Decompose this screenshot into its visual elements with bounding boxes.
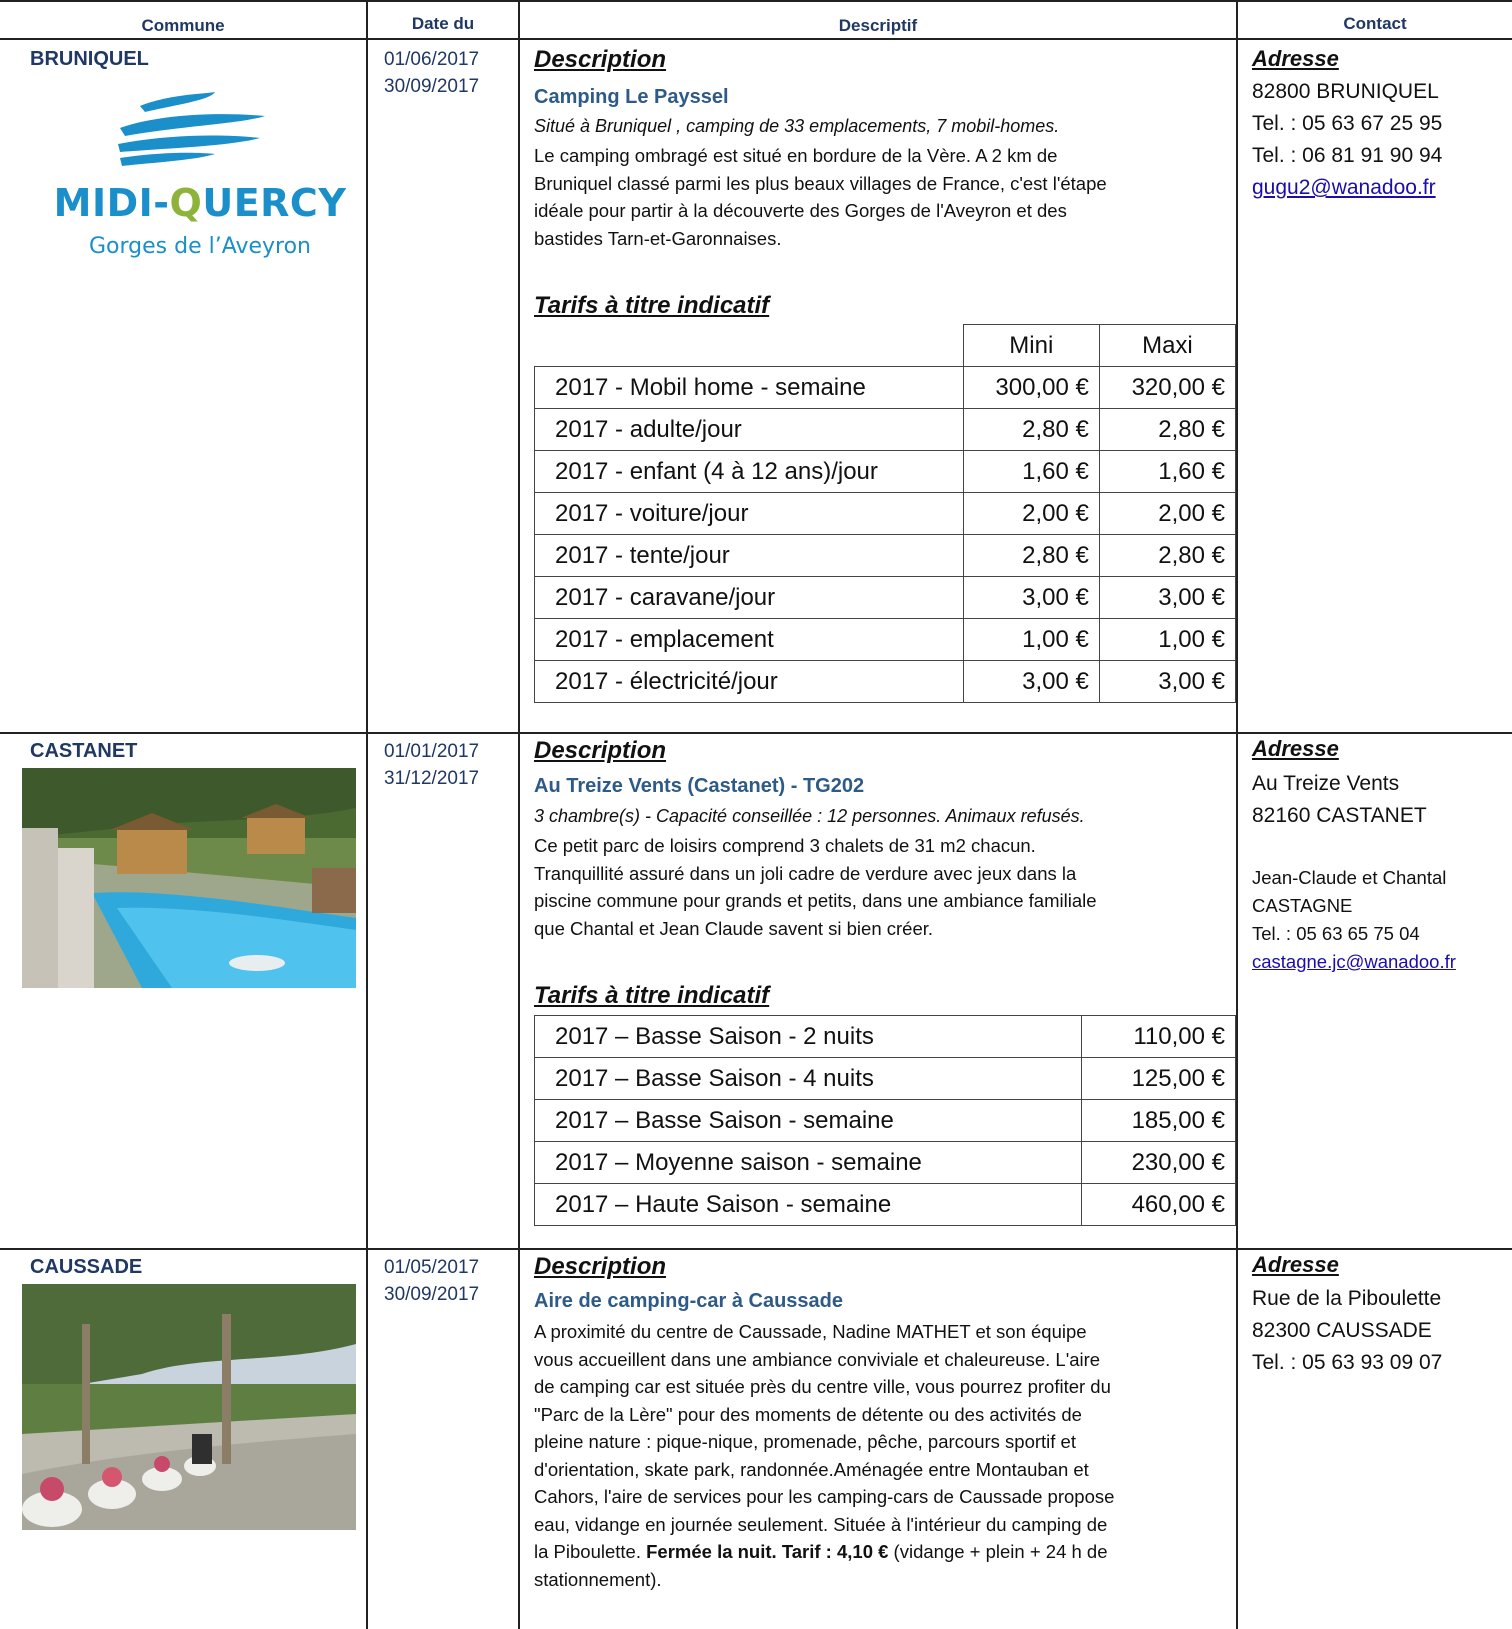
contact-person: CASTAGNE	[1252, 895, 1353, 916]
table-row: 2017 – Haute Saison - semaine 460,00 €	[534, 1183, 1236, 1226]
tarifs-heading: Tarifs à titre indicatif	[534, 982, 770, 1009]
logo-subtitle: Gorges de l’Aveyron	[88, 234, 312, 259]
contact-phone: Tel. : 06 81 91 90 94	[1252, 144, 1443, 167]
listing-description: Le camping ombragé est situé en bordure …	[534, 145, 1107, 249]
logo-q-letter: Q	[169, 181, 203, 225]
row2-bottom-border	[0, 1248, 1512, 1250]
email-link[interactable]: gugu2@wanadoo.fr	[1252, 176, 1436, 199]
camping-car-area-photo	[22, 1284, 356, 1530]
commune-name: CASTANET	[30, 740, 138, 762]
contact-heading: Adresse	[1252, 736, 1339, 761]
contact-address: Rue de la Piboulette	[1252, 1287, 1442, 1310]
listing-title: Camping Le Payssel	[534, 86, 729, 108]
header-bottom-border	[0, 38, 1512, 40]
header-date: Date du	[411, 14, 475, 33]
price-table: 2017 – Basse Saison - 2 nuits 110,00 € 20…	[534, 1015, 1236, 1226]
table-row: 2017 – Basse Saison - 2 nuits 110,00 €	[534, 1015, 1236, 1058]
contact-address: 82160 CASTANET	[1252, 804, 1427, 827]
contact-heading: Adresse	[1252, 1252, 1339, 1277]
commune-name: BRUNIQUEL	[30, 48, 149, 70]
tarifs-heading: Tarifs à titre indicatif	[534, 292, 770, 319]
description-heading: Description	[534, 1253, 667, 1280]
contact-phone: Tel. : 05 63 67 25 95	[1252, 112, 1443, 135]
table-row: 2017 - Mobil home - semaine 300,00 €320,0…	[534, 366, 1237, 409]
midi-quercy-logo: MIDI-QUERCY Gorges de l’Aveyron	[20, 86, 360, 271]
table-row: 2017 - caravane/jour 3,00 €3,00 €	[534, 576, 1237, 619]
wave-logo-icon	[118, 92, 265, 166]
contact-address: Au Treize Vents	[1252, 772, 1400, 795]
listing-description: A proximité du centre de Caussade, Nadin…	[534, 1321, 1115, 1590]
contact-phone: Tel. : 05 63 65 75 04	[1252, 923, 1420, 944]
price-table-header: Mini Maxi	[535, 324, 1237, 367]
table-row: 2017 - voiture/jour 2,00 €2,00 €	[534, 492, 1237, 535]
contact-heading: Adresse	[1252, 46, 1339, 71]
logo-title: MIDI-QUERCY	[53, 181, 347, 225]
listing-summary: 3 chambre(s) - Capacité conseillée : 12 …	[534, 806, 1085, 826]
table-row: 2017 - emplacement 1,00 €1,00 €	[534, 618, 1237, 661]
listing-title: Au Treize Vents (Castanet) - TG202	[534, 775, 865, 797]
col-mini: Mini	[962, 324, 1100, 367]
listing-title: Aire de camping-car à Caussade	[534, 1290, 844, 1312]
date-end: 30/09/2017	[384, 1284, 480, 1305]
col-desc-divider	[1236, 0, 1238, 1629]
table-row: 2017 – Moyenne saison - semaine 230,00 €	[534, 1141, 1236, 1184]
price-table: Mini Maxi 2017 - Mobil home - semaine 300…	[534, 324, 1237, 703]
date-end: 30/09/2017	[384, 76, 480, 97]
table-row: 2017 - enfant (4 à 12 ans)/jour 1,60 €1,6…	[534, 450, 1237, 493]
header-contact: Contact	[1343, 14, 1407, 33]
col-maxi: Maxi	[1098, 324, 1237, 367]
date-start: 01/01/2017	[384, 741, 480, 762]
table-row: 2017 - tente/jour 2,80 €2,80 €	[534, 534, 1237, 577]
table-row: 2017 – Basse Saison - 4 nuits 125,00 €	[534, 1057, 1236, 1100]
description-heading: Description	[534, 46, 667, 73]
col-commune-divider	[366, 0, 368, 1629]
table-row: 2017 – Basse Saison - semaine 185,00 €	[534, 1099, 1236, 1142]
description-heading: Description	[534, 737, 667, 764]
col-date-divider	[518, 0, 520, 1629]
pool-chalets-photo	[22, 768, 356, 988]
table-row: 2017 - électricité/jour 3,00 €3,00 €	[534, 660, 1237, 703]
commune-name: CAUSSADE	[30, 1256, 143, 1278]
contact-person: Jean-Claude et Chantal	[1252, 867, 1447, 888]
email-link[interactable]: castagne.jc@wanadoo.fr	[1252, 951, 1456, 972]
row1-bottom-border	[0, 732, 1512, 734]
listing-summary: Situé à Bruniquel , camping de 33 emplac…	[534, 116, 1060, 136]
date-start: 01/06/2017	[384, 49, 480, 70]
header-descriptif: Descriptif	[838, 16, 918, 35]
contact-address: 82300 CAUSSADE	[1252, 1319, 1432, 1342]
date-start: 01/05/2017	[384, 1257, 480, 1278]
table-top-border	[0, 0, 1512, 2]
listing-description: Ce petit parc de loisirs comprend 3 chal…	[534, 835, 1097, 939]
contact-address: 82800 BRUNIQUEL	[1252, 80, 1439, 103]
table-row: 2017 - adulte/jour 2,80 €2,80 €	[534, 408, 1237, 451]
header-commune: Commune	[141, 16, 225, 35]
date-end: 31/12/2017	[384, 768, 480, 789]
contact-phone: Tel. : 05 63 93 09 07	[1252, 1351, 1443, 1374]
